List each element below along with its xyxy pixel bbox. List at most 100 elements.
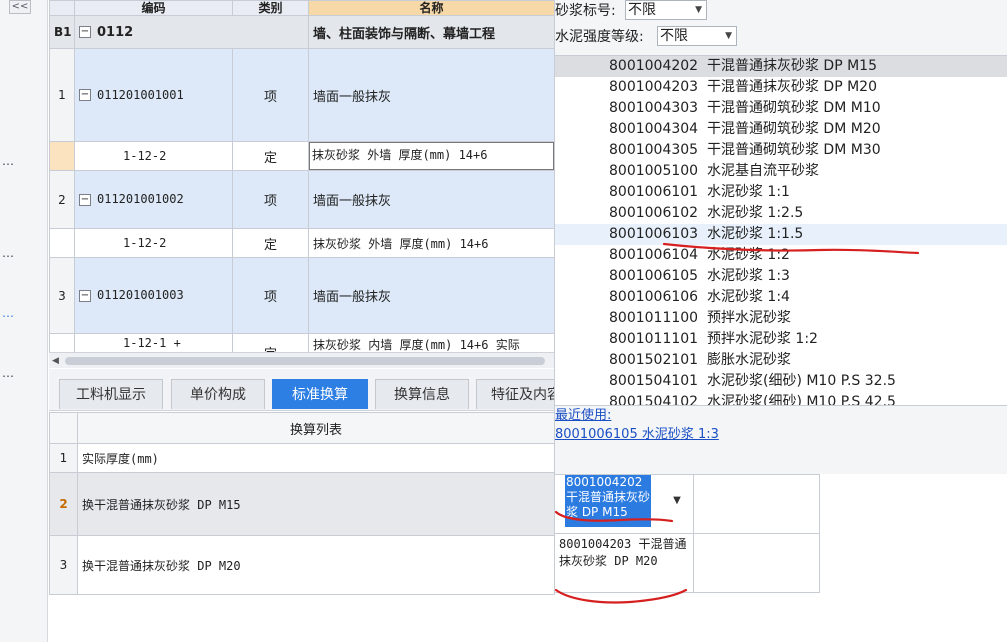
conversion-row[interactable]: 1 实际厚度(mm) xyxy=(49,443,555,473)
material-name: 干混普通砌筑砂浆 DM M30 xyxy=(706,142,881,158)
scroll-left-icon[interactable]: ◀ xyxy=(52,355,62,367)
section-row[interactable]: B1 −0112 墙、柱面装饰与隔断、幕墙工程 xyxy=(49,15,554,49)
material-list[interactable]: 8001004202 干混普通抹灰砂浆 DP M15 8001004203 干混… xyxy=(555,55,1007,406)
more-icon[interactable]: ⋯ xyxy=(2,158,16,170)
list-item[interactable]: 8001504102 水泥砂浆(细砂) M10 P.S 42.5 xyxy=(555,392,1007,406)
conversion-label[interactable]: 实际厚度(mm) xyxy=(77,443,555,473)
collapse-toggle-icon[interactable]: − xyxy=(79,193,91,206)
list-item[interactable]: 8001006106 水泥砂浆 1:4 xyxy=(555,287,1007,308)
item-name[interactable]: 墙面一般抹灰 xyxy=(308,257,554,334)
list-item[interactable]: 8001502101 膨胀水泥砂浆 xyxy=(555,350,1007,371)
quota-type[interactable]: 定 xyxy=(232,141,309,171)
quota-type[interactable]: 定 xyxy=(232,228,309,258)
material-combo-cell[interactable]: 8001004202 干混普通抹灰砂浆 DP M15 ▼ xyxy=(554,474,694,534)
collapse-toggle-icon[interactable]: − xyxy=(79,26,91,38)
table-row[interactable]: 1 −011201001001 项 墙面一般抹灰 xyxy=(49,48,554,142)
list-item[interactable]: 8001004202 干混普通抹灰砂浆 DP M15 xyxy=(555,56,1007,77)
list-item[interactable]: 8001004203 干混普通抹灰砂浆 DP M20 xyxy=(555,77,1007,98)
material-name: 水泥砂浆 1:1.5 xyxy=(706,226,804,242)
item-code-cell[interactable]: −011201001001 xyxy=(74,48,233,142)
more-icon[interactable]: ⋯ xyxy=(2,370,16,382)
material-combo-value[interactable]: 8001004202 干混普通抹灰砂浆 DP M15 xyxy=(565,475,651,527)
section-name[interactable]: 墙、柱面装饰与隔断、幕墙工程 xyxy=(308,15,554,49)
conversion-row[interactable]: 3 换干混普通抹灰砂浆 DP M20 xyxy=(49,535,555,595)
list-item[interactable]: 8001006104 水泥砂浆 1:2 xyxy=(555,245,1007,266)
table-row[interactable]: 1-12-1 + 定 抹灰砂浆 内墙 厚度(mm) 14+6 实际 xyxy=(49,333,554,352)
item-type[interactable]: 项 xyxy=(232,257,309,334)
item-name[interactable]: 墙面一般抹灰 xyxy=(308,170,554,229)
tab-conversion-info[interactable]: 换算信息 xyxy=(375,379,469,409)
item-type[interactable]: 项 xyxy=(232,48,309,142)
list-item[interactable]: 8001004303 干混普通砌筑砂浆 DM M10 xyxy=(555,98,1007,119)
row-number xyxy=(49,141,75,171)
list-item[interactable]: 8001006105 水泥砂浆 1:3 xyxy=(555,266,1007,287)
scrollbar-thumb[interactable] xyxy=(65,357,545,365)
empty-cell[interactable] xyxy=(694,533,820,593)
list-item[interactable]: 8001004304 干混普通砌筑砂浆 DM M20 xyxy=(555,119,1007,140)
material-name: 水泥砂浆(细砂) M10 P.S 42.5 xyxy=(706,394,896,406)
collapse-toggle-icon[interactable]: − xyxy=(79,289,91,302)
tab-labor-material-machine[interactable]: 工料机显示 xyxy=(59,379,163,409)
mortar-grade-select[interactable]: 不限 ▼ xyxy=(625,0,707,20)
list-item[interactable]: 8001006102 水泥砂浆 1:2.5 xyxy=(555,203,1007,224)
material-name: 干混普通抹灰砂浆 DP M20 xyxy=(706,79,878,95)
item-code: 011201001003 xyxy=(97,288,184,302)
quota-code-cell[interactable]: 1-12-1 + xyxy=(74,333,233,352)
column-header-name[interactable]: 名称 xyxy=(308,0,554,16)
material-code: 8001005100 xyxy=(609,163,699,179)
material-value: 8001004203 干混普通抹灰砂浆 DP M20 xyxy=(559,537,687,568)
quota-code-cell[interactable]: 1-12-2 xyxy=(74,228,233,258)
item-code: 011201001001 xyxy=(97,87,184,102)
column-header-code[interactable]: 编码 xyxy=(74,0,233,16)
conversion-label[interactable]: 换干混普通抹灰砂浆 DP M20 xyxy=(77,535,555,595)
dropdown-arrow-icon: ▼ xyxy=(725,31,732,41)
list-item[interactable]: 8001011100 预拌水泥砂浆 xyxy=(555,308,1007,329)
more-icon[interactable]: ⋯ xyxy=(2,250,16,262)
column-header-type[interactable]: 类别 xyxy=(232,0,309,16)
list-item[interactable]: 8001006103 水泥砂浆 1:1.5 xyxy=(555,224,1007,245)
quota-name[interactable]: 抹灰砂浆 内墙 厚度(mm) 14+6 实际 xyxy=(308,333,554,352)
quota-name-cell[interactable]: 抹灰砂浆 外墙 厚度(mm) 14+6 xyxy=(308,141,554,171)
material-code: 8001004303 xyxy=(609,100,699,116)
tab-unit-price-composition[interactable]: 单价构成 xyxy=(171,379,265,409)
cement-grade-select[interactable]: 不限 ▼ xyxy=(657,26,737,46)
material-value-cell[interactable]: 8001004203 干混普通抹灰砂浆 DP M20 xyxy=(554,533,694,593)
material-name: 膨胀水泥砂浆 xyxy=(706,352,791,368)
column-header-num xyxy=(49,0,75,16)
quota-name[interactable]: 抹灰砂浆 外墙 厚度(mm) 14+6 xyxy=(308,228,554,258)
table-row[interactable]: 2 −011201001002 项 墙面一般抹灰 xyxy=(49,170,554,229)
conversion-label[interactable]: 换干混普通抹灰砂浆 DP M15 xyxy=(77,472,555,536)
more-icon[interactable]: ⋯ xyxy=(2,310,16,322)
item-name[interactable]: 墙面一般抹灰 xyxy=(308,48,554,142)
list-item[interactable]: 8001504101 水泥砂浆(细砂) M10 P.S 32.5 xyxy=(555,371,1007,392)
quota-code-cell[interactable]: 1-12-2 xyxy=(74,141,233,171)
table-row[interactable]: 1-12-2 定 抹灰砂浆 外墙 厚度(mm) 14+6 xyxy=(49,141,554,171)
material-code: 8001504101 xyxy=(609,373,699,389)
section-code-cell[interactable]: −0112 xyxy=(74,15,309,49)
list-item[interactable]: 8001006101 水泥砂浆 1:1 xyxy=(555,182,1007,203)
dropdown-arrow-icon[interactable]: ▼ xyxy=(671,495,683,507)
item-code-cell[interactable]: −011201001003 xyxy=(74,257,233,334)
list-item[interactable]: 8001005100 水泥基自流平砂浆 xyxy=(555,161,1007,182)
quota-name-editor[interactable]: 抹灰砂浆 外墙 厚度(mm) 14+6 xyxy=(309,142,554,170)
table-row[interactable]: 1-12-2 定 抹灰砂浆 外墙 厚度(mm) 14+6 xyxy=(49,228,554,258)
item-code-cell[interactable]: −011201001002 xyxy=(74,170,233,229)
material-code: 8001004305 xyxy=(609,142,699,158)
cement-grade-value: 不限 xyxy=(660,28,688,44)
quota-type[interactable]: 定 xyxy=(232,333,309,352)
collapse-toggle-icon[interactable]: − xyxy=(79,89,91,101)
recent-used-link[interactable]: 8001006105 水泥砂浆 1:3 xyxy=(555,423,719,442)
table-row[interactable]: 3 −011201001003 项 墙面一般抹灰 xyxy=(49,257,554,334)
material-code: 8001006103 xyxy=(609,226,699,242)
mortar-grade-label: 砂浆标号: xyxy=(555,3,616,19)
conversion-row[interactable]: 2 换干混普通抹灰砂浆 DP M15 xyxy=(49,472,555,536)
empty-cell[interactable] xyxy=(694,474,820,534)
material-code: 8001006101 xyxy=(609,184,699,200)
collapse-panel-button[interactable]: << xyxy=(9,0,31,14)
horizontal-scrollbar[interactable]: ◀ xyxy=(49,352,554,368)
list-item[interactable]: 8001004305 干混普通砌筑砂浆 DM M30 xyxy=(555,140,1007,161)
list-item[interactable]: 8001011101 预拌水泥砂浆 1:2 xyxy=(555,329,1007,350)
item-type[interactable]: 项 xyxy=(232,170,309,229)
material-code: 8001004203 xyxy=(609,79,699,95)
tab-standard-conversion[interactable]: 标准换算 xyxy=(272,379,368,409)
